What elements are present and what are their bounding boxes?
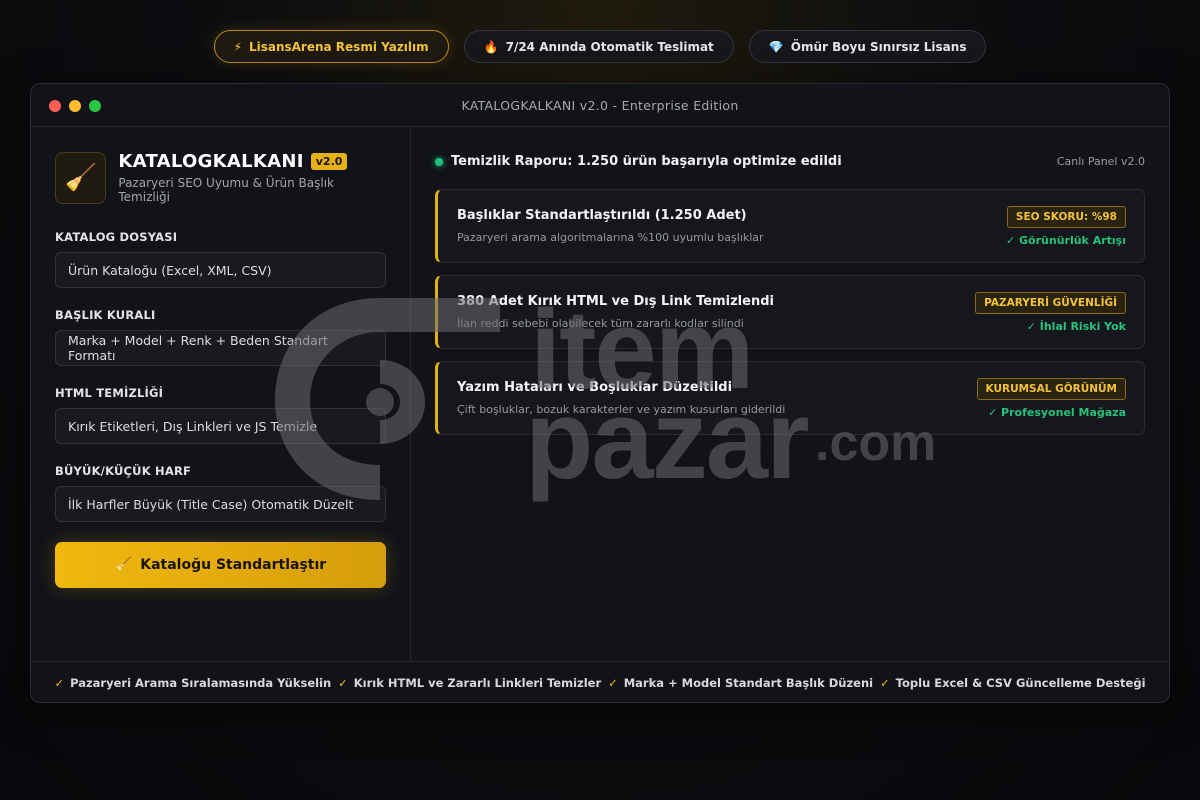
status-check: ✓ Profesyonel Mağaza <box>988 405 1126 419</box>
status-badge: PAZARYERİ GÜVENLİĞİ <box>975 291 1126 314</box>
report-panel: Temizlik Raporu: 1.250 ürün başarıyla op… <box>411 127 1169 661</box>
card-description: İlan reddi sebebi olabilecek tüm zararlı… <box>457 317 744 330</box>
report-header: Temizlik Raporu: 1.250 ürün başarıyla op… <box>435 151 1145 169</box>
field-value: Marka + Model + Renk + Beden Standart Fo… <box>68 333 328 363</box>
pill-label: Ömür Boyu Sınırsız Lisans <box>790 39 967 54</box>
live-panel-label: Canlı Panel v2.0 <box>1056 155 1145 168</box>
result-card: Yazım Hataları ve Boşluklar Düzeltildi Ç… <box>435 361 1145 435</box>
html-cleanup-label: HTML TEMİZLİĞİ <box>55 386 164 400</box>
app-subtitle: Pazaryeri SEO Uyumu & Ürün Başlık Temizl… <box>118 176 335 204</box>
window-controls <box>49 100 101 112</box>
pill-label: 7/24 Anında Otomatik Teslimat <box>505 39 714 54</box>
footer-feature: ✓ Toplu Excel & CSV Güncelleme Desteği <box>880 676 1146 690</box>
brand-header: 🧹 KATALOGKALKANI v2.0 Pazaryeri SEO Uyum… <box>55 151 386 204</box>
lightning-icon: ⚡ <box>233 39 242 54</box>
result-card: Başlıklar Standartlaştırıldı (1.250 Adet… <box>435 189 1145 263</box>
card-description: Çift boşluklar, bozuk karakterler ve yaz… <box>457 403 786 416</box>
card-title: 380 Adet Kırık HTML ve Dış Link Temizlen… <box>457 294 774 309</box>
status-check: ✓ Görünürlük Artışı <box>1005 233 1126 247</box>
checkmark-icon: ✓ <box>54 675 65 690</box>
broom-logo-icon: 🧹 <box>55 151 107 204</box>
footer-feature: ✓ Marka + Model Standart Başlık Düzeni <box>608 676 873 690</box>
card-title: Başlıklar Standartlaştırıldı (1.250 Adet… <box>457 208 747 223</box>
version-badge: v2.0 <box>310 153 348 170</box>
maximize-window-button[interactable] <box>89 100 101 112</box>
title-rule-select[interactable]: Marka + Model + Renk + Beden Standart Fo… <box>55 330 386 366</box>
footer-feature-label: Toplu Excel & CSV Güncelleme Desteği <box>895 675 1146 690</box>
field-value: Kırık Etiketleri, Dış Linkleri ve JS Tem… <box>68 418 318 434</box>
catalog-file-select[interactable]: Ürün Kataloğu (Excel, XML, CSV) <box>55 252 386 288</box>
letter-case-select[interactable]: İlk Harfler Büyük (Title Case) Otomatik … <box>55 486 386 522</box>
html-cleanup-select[interactable]: Kırık Etiketleri, Dış Linkleri ve JS Tem… <box>55 408 386 444</box>
catalog-file-label: KATALOG DOSYASI <box>55 230 178 244</box>
close-window-button[interactable] <box>49 100 61 112</box>
pill-lifetime-license: 💎 Ömür Boyu Sınırsız Lisans <box>748 30 987 63</box>
status-badge: SEO SKORU: %98 <box>1006 205 1126 228</box>
diamond-icon: 💎 <box>768 39 784 54</box>
standardize-catalog-button[interactable]: 🧹 Kataloğu Standartlaştır <box>55 542 386 588</box>
card-title: Yazım Hataları ve Boşluklar Düzeltildi <box>457 380 733 395</box>
app-window: KATALOGKALKANI v2.0 - Enterprise Edition… <box>30 83 1170 703</box>
footer-feature-label: Marka + Model Standart Başlık Düzeni <box>623 675 874 690</box>
title-rule-label: BAŞLIK KURALI <box>55 308 156 322</box>
window-title: KATALOGKALKANI v2.0 - Enterprise Edition <box>461 97 739 113</box>
footer-feature: ✓ Kırık HTML ve Zararlı Linkleri Temizler <box>338 676 601 690</box>
status-badge: KURUMSAL GÖRÜNÜM <box>976 377 1126 400</box>
fire-icon: 🔥 <box>483 39 499 54</box>
checkmark-icon: ✓ <box>880 675 890 690</box>
button-label: Kataloğu Standartlaştır <box>140 557 327 573</box>
field-value: Ürün Kataloğu (Excel, XML, CSV) <box>68 262 272 278</box>
minimize-window-button[interactable] <box>69 100 81 112</box>
field-value: İlk Harfler Büyük (Title Case) Otomatik … <box>68 496 354 512</box>
title-bar: KATALOGKALKANI v2.0 - Enterprise Edition <box>31 84 1169 127</box>
pill-official-software: ⚡ LisansArena Resmi Yazılım <box>213 30 449 63</box>
checkmark-icon: ✓ <box>338 675 348 690</box>
feature-footer: ✓ Pazaryeri Arama Sıralamasında Yükselin … <box>31 661 1169 702</box>
status-check: ✓ İhlal Riski Yok <box>1026 319 1126 333</box>
result-card: 380 Adet Kırık HTML ve Dış Link Temizlen… <box>435 275 1145 349</box>
report-title: Temizlik Raporu: 1.250 ürün başarıyla op… <box>451 154 842 169</box>
top-feature-pills: ⚡ LisansArena Resmi Yazılım 🔥 7/24 Anınd… <box>0 30 1200 63</box>
pill-label: LisansArena Resmi Yazılım <box>248 39 429 54</box>
status-dot-icon <box>435 157 443 166</box>
footer-feature-label: Kırık HTML ve Zararlı Linkleri Temizler <box>353 675 602 690</box>
card-description: Pazaryeri arama algoritmalarına %100 uyu… <box>457 231 764 244</box>
footer-feature-label: Pazaryeri Arama Sıralamasında Yükselin <box>70 675 332 690</box>
broom-icon: 🧹 <box>114 557 133 573</box>
settings-panel: 🧹 KATALOGKALKANI v2.0 Pazaryeri SEO Uyum… <box>31 127 411 661</box>
app-name: KATALOGKALKANI <box>118 151 304 172</box>
window-body: 🧹 KATALOGKALKANI v2.0 Pazaryeri SEO Uyum… <box>31 127 1169 661</box>
footer-feature: ✓ Pazaryeri Arama Sıralamasında Yükselin <box>54 676 331 690</box>
pill-instant-delivery: 🔥 7/24 Anında Otomatik Teslimat <box>463 30 734 63</box>
letter-case-label: BÜYÜK/KÜÇÜK HARF <box>55 464 192 478</box>
checkmark-icon: ✓ <box>608 675 618 690</box>
